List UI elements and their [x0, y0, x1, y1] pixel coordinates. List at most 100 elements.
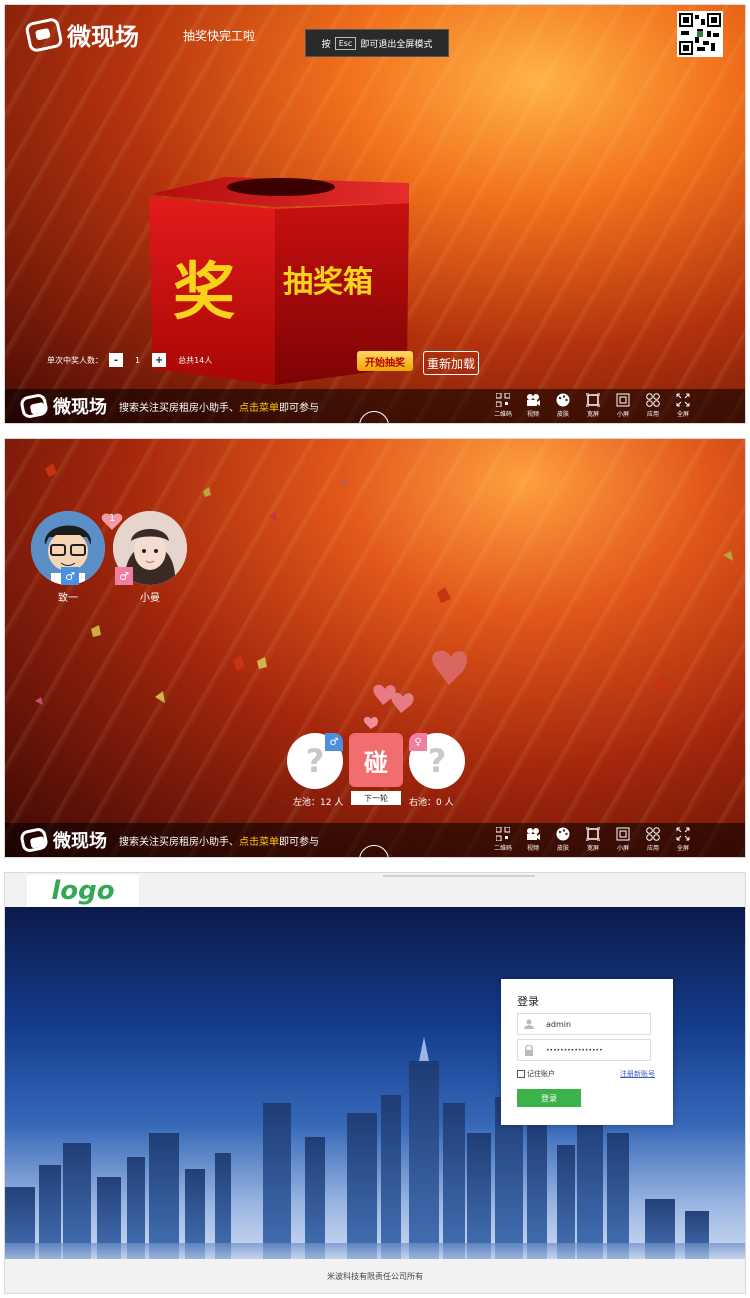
slogan-prefix: 搜索关注买房租房小助手、: [119, 403, 239, 414]
username-value: admin: [546, 1019, 572, 1029]
toolbar: 二维码 视频 皮肤 宽屏 小屏 应用 全屏: [493, 827, 693, 852]
qrcode-image: [677, 11, 723, 57]
esc-key: Esc: [334, 36, 357, 50]
avatar-name: 致一: [58, 593, 78, 604]
start-lottery-button[interactable]: 开始抽奖: [357, 351, 413, 371]
tool-widescreen[interactable]: 宽屏: [583, 393, 603, 418]
tool-label: 皮肤: [556, 411, 569, 418]
register-link[interactable]: 注册新账号: [620, 1069, 655, 1079]
video-icon: [527, 828, 540, 840]
tool-fullscreen[interactable]: 全屏: [673, 827, 693, 852]
tool-label: 全屏: [676, 845, 689, 852]
qrcode-icon: [496, 827, 510, 841]
avatar-name: 小曼: [140, 593, 160, 604]
qrcode-icon: [496, 393, 510, 407]
tool-label: 视频: [526, 845, 539, 852]
divider: [383, 875, 535, 877]
slogan: 搜索关注买房租房小助手、点击菜单即可参与: [119, 833, 319, 848]
checkbox-icon: [517, 1070, 525, 1078]
widescreen-icon: [586, 827, 600, 841]
reload-button[interactable]: 重新加载: [423, 351, 479, 375]
footer-copyright: 米波科技有限责任公司所有: [5, 1259, 745, 1293]
slogan-suffix: 即可参与: [279, 837, 319, 848]
question-mark: ?: [305, 742, 325, 780]
username-field[interactable]: admin: [517, 1013, 651, 1035]
tool-skin[interactable]: 皮肤: [553, 393, 573, 418]
rank-badge-number: 1: [108, 513, 116, 524]
smallscreen-icon: [616, 827, 630, 841]
collapse-button[interactable]: [359, 411, 389, 423]
video-icon: [527, 394, 540, 406]
male-icon: ♂: [61, 567, 79, 585]
tool-fullscreen[interactable]: 全屏: [673, 393, 693, 418]
esc-hint-suffix: 即可退出全屏模式: [360, 39, 433, 50]
winner-count-control: 单次中奖人数： - 1 + 总共14人: [47, 353, 212, 367]
palette-icon: [556, 827, 570, 841]
next-round-button[interactable]: 下一轮: [351, 791, 401, 805]
tool-video[interactable]: 视频: [523, 827, 543, 852]
slogan-prefix: 搜索关注买房租房小助手、: [119, 837, 239, 848]
tool-label: 视频: [526, 411, 539, 418]
brand-logo: 微现场: [24, 16, 139, 53]
smallscreen-icon: [616, 393, 630, 407]
city-background: 登录 admin •••••••••••••••• 记住账户 注册新账号 登录: [5, 907, 745, 1259]
brand-phone-icon: [18, 392, 50, 420]
tool-label: 二维码: [493, 411, 512, 418]
tool-smallscreen[interactable]: 小屏: [613, 827, 633, 852]
tool-qrcode[interactable]: 二维码: [493, 393, 513, 418]
bump-button[interactable]: 碰: [349, 733, 403, 787]
tool-label: 应用: [646, 845, 659, 852]
lock-icon: [518, 1040, 540, 1060]
female-icon: ♀: [409, 733, 427, 751]
login-page: logo 登录 admin •••••••••••••••• 记住账户 注册新账…: [4, 872, 746, 1294]
tool-qrcode[interactable]: 二维码: [493, 827, 513, 852]
login-button[interactable]: 登录: [517, 1089, 581, 1107]
login-title: 登录: [517, 995, 539, 1008]
collapse-button[interactable]: [359, 845, 389, 857]
brand-phone-icon: [18, 826, 50, 854]
tool-label: 宽屏: [586, 845, 599, 852]
remember-label: 记住账户: [527, 1070, 555, 1078]
bottom-brand: 微现场: [18, 826, 107, 854]
question-mark: ?: [427, 742, 447, 780]
tool-label: 宽屏: [586, 411, 599, 418]
increment-button[interactable]: +: [152, 353, 167, 367]
tool-label: 皮肤: [556, 845, 569, 852]
tool-widescreen[interactable]: 宽屏: [583, 827, 603, 852]
slogan: 搜索关注买房租房小助手、点击菜单即可参与: [119, 399, 319, 414]
slogan-suffix: 即可参与: [279, 403, 319, 414]
brand-phone-icon: [24, 16, 64, 53]
remember-checkbox[interactable]: 记住账户: [517, 1069, 555, 1079]
bottom-brand: 微现场: [18, 392, 107, 420]
esc-hint-prefix: 按: [321, 39, 331, 50]
fullscreen-icon: [676, 393, 690, 407]
site-logo: logo: [27, 875, 139, 907]
tool-video[interactable]: 视频: [523, 393, 543, 418]
esc-hint: 按 Esc 即可退出全屏模式: [305, 29, 449, 57]
female-icon: ♂: [115, 567, 133, 585]
qrcode-icon: [679, 13, 721, 55]
fullscreen-icon: [676, 827, 690, 841]
male-icon: ♂: [325, 733, 343, 751]
left-pool-count: 左池：12 人: [293, 798, 344, 808]
bottom-bar: 微现场 搜索关注买房租房小助手、点击菜单即可参与 二维码 视频 皮肤 宽屏 小屏…: [5, 823, 745, 857]
apps-icon: [646, 827, 660, 841]
winner-count-value[interactable]: 1: [129, 356, 146, 365]
toolbar: 二维码 视频 皮肤 宽屏 小屏 应用 全屏: [493, 393, 693, 418]
password-value: ••••••••••••••••: [546, 1046, 603, 1054]
palette-icon: [556, 393, 570, 407]
tool-apps[interactable]: 应用: [643, 827, 663, 852]
bottom-bar: 微现场 搜索关注买房租房小助手、点击菜单即可参与 二维码 视频 皮肤 宽屏 小屏…: [5, 389, 745, 423]
total-count: 总共14人: [178, 355, 213, 365]
brand-name: 微现场: [67, 23, 139, 51]
login-box: 登录 admin •••••••••••••••• 记住账户 注册新账号 登录: [501, 979, 673, 1125]
widescreen-icon: [586, 393, 600, 407]
tool-label: 二维码: [493, 845, 512, 852]
decrement-button[interactable]: -: [109, 353, 123, 367]
tool-apps[interactable]: 应用: [643, 393, 663, 418]
right-pool-count: 右池：0 人: [409, 798, 454, 808]
password-field[interactable]: ••••••••••••••••: [517, 1039, 651, 1061]
lottery-box-screen: 微现场 抽奖快完工啦 按 Esc 即可退出全屏模式 奖 抽奖箱 单次中奖人数： …: [4, 4, 746, 424]
tool-smallscreen[interactable]: 小屏: [613, 393, 633, 418]
tool-skin[interactable]: 皮肤: [553, 827, 573, 852]
